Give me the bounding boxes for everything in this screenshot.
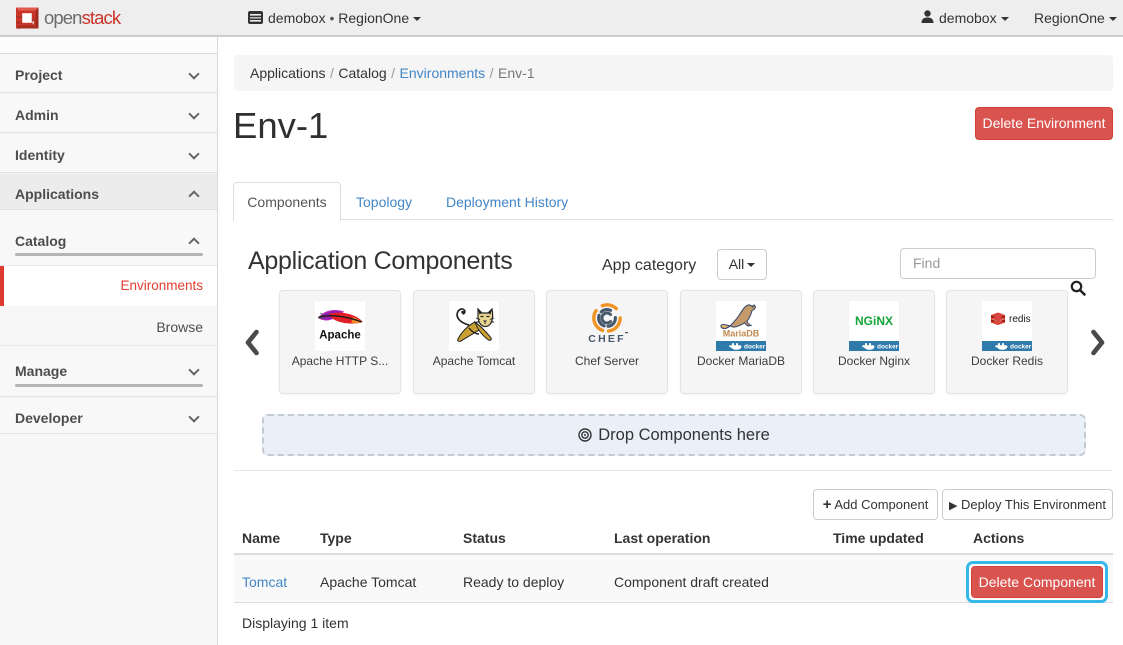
svg-text:docker: docker — [877, 344, 899, 351]
svg-text:NGiNX: NGiNX — [855, 314, 893, 328]
svg-text:MariaDB: MariaDB — [723, 329, 760, 339]
svg-text:CHEF: CHEF — [588, 333, 625, 345]
svg-text:redis: redis — [1009, 314, 1031, 325]
svg-text:docker: docker — [744, 344, 766, 351]
svg-text:Apache: Apache — [319, 330, 361, 342]
svg-text:docker: docker — [1010, 344, 1032, 351]
